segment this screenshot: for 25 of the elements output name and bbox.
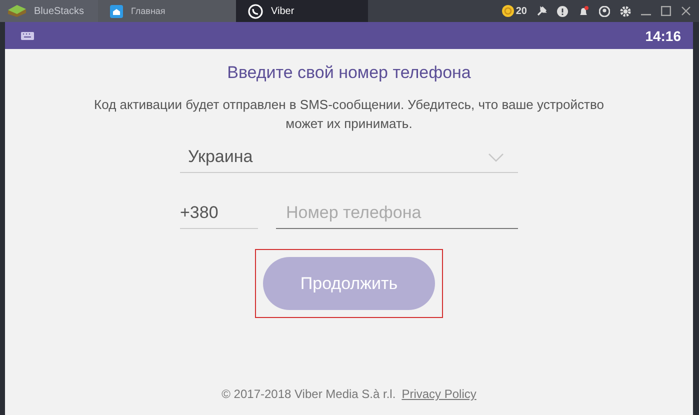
- status-time: 14:16: [645, 28, 681, 44]
- settings-icon[interactable]: [620, 6, 631, 16]
- tab[interactable]: Главная: [98, 0, 236, 22]
- account-icon[interactable]: [599, 6, 610, 16]
- coin-count: 20: [516, 6, 527, 16]
- home-icon: [110, 4, 124, 18]
- description: Код активации будет отправлен в SMS-сообщении. Убедитесь, что ваше устройство может их принимать.: [93, 96, 605, 133]
- privacy-policy-link[interactable]: Privacy Policy: [402, 387, 476, 401]
- country-dropdown[interactable]: Украина: [180, 147, 518, 173]
- keyboard-icon: [21, 32, 34, 40]
- tab[interactable]: Viber: [236, 0, 368, 22]
- copyright-text: © 2017-2018 Viber Media S.à r.l.: [222, 387, 396, 401]
- bell-icon[interactable]: [578, 6, 589, 16]
- maximize-icon[interactable]: [661, 6, 671, 16]
- coin-icon: [502, 5, 514, 17]
- app-name: BlueStacks: [34, 6, 84, 16]
- alert-icon[interactable]: [557, 6, 568, 16]
- close-icon[interactable]: [681, 6, 691, 16]
- bluestacks-logo-icon: [6, 4, 28, 18]
- phone-number-field[interactable]: Номер телефона: [276, 203, 518, 229]
- page-title: Введите свой номер телефона: [227, 63, 471, 83]
- country-code-field[interactable]: +380: [180, 203, 258, 229]
- chevron-down-icon: [488, 152, 504, 162]
- phone-bubble-icon: [248, 4, 264, 18]
- pin-icon[interactable]: [537, 6, 547, 16]
